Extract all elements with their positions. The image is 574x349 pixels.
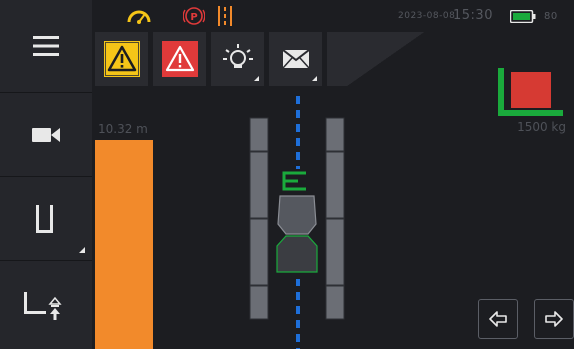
fork-icon (36, 204, 53, 233)
arrow-right-icon (545, 311, 563, 327)
load-box-icon (511, 72, 551, 108)
lane-warning-icon (218, 6, 232, 26)
load-indicator (498, 68, 563, 116)
menu-button[interactable] (0, 0, 92, 92)
battery-icon (510, 10, 536, 23)
fork-height-icon (24, 292, 62, 320)
clock-text: 15:30 (453, 8, 493, 23)
hazard-alert-button[interactable] (153, 32, 207, 86)
status-bar: P 2023-08-08 15:30 80 (92, 0, 574, 32)
vehicle-cab-icon (277, 195, 317, 235)
fork-height-button[interactable] (0, 260, 92, 349)
next-button[interactable] (534, 299, 574, 339)
vehicle-chassis-icon (276, 235, 318, 273)
previous-button[interactable] (478, 299, 518, 339)
battery-percent-text: 80 (544, 11, 558, 22)
mail-icon (282, 50, 309, 68)
light-alert-button[interactable] (211, 32, 265, 86)
camera-button[interactable] (0, 92, 92, 176)
light-icon (222, 44, 253, 68)
right-rail-guide (325, 117, 345, 320)
distance-value: 10.32 m (98, 122, 148, 136)
path-view (249, 96, 345, 349)
left-rail-guide (249, 117, 269, 320)
menu-icon (33, 36, 59, 56)
hazard-icon (161, 41, 198, 77)
date-text: 2023-08-08 (398, 11, 456, 21)
parking-brake-icon: P (183, 7, 205, 25)
arrow-left-icon (489, 311, 507, 327)
expand-indicator-icon (79, 247, 85, 253)
expand-indicator-icon (312, 76, 317, 81)
svg-text:P: P (190, 12, 197, 23)
expand-indicator-icon (254, 76, 259, 81)
load-weight: 1500 kg (517, 120, 566, 134)
caution-alert-button[interactable] (95, 32, 149, 86)
distance-gauge (95, 140, 153, 349)
message-alert-button[interactable] (269, 32, 323, 86)
camera-icon (32, 127, 60, 142)
sidebar (0, 0, 92, 349)
fork-button[interactable] (0, 176, 92, 260)
caution-icon (103, 41, 140, 77)
speedometer-icon (127, 10, 151, 24)
